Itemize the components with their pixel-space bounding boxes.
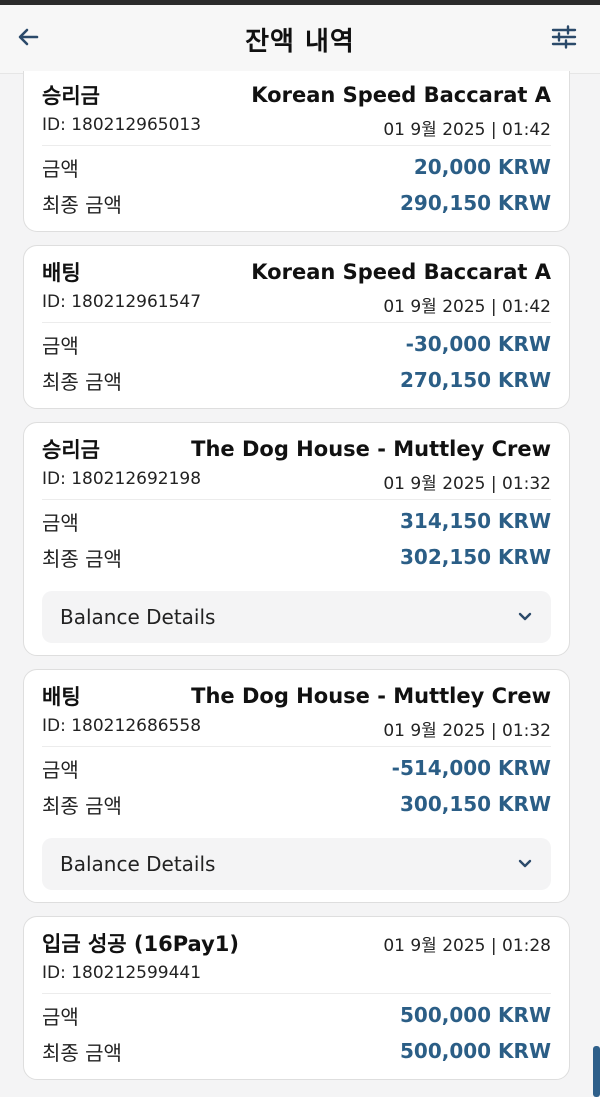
transaction-datetime: 01 9월 2025 | 01:32 [383,474,551,494]
final-amount-label: 최종 금액 [42,1040,122,1065]
game-name: Korean Speed Baccarat A [251,260,551,284]
transaction-type: 배팅 [42,685,81,709]
transaction-list: 승리금 Korean Speed Baccarat A ID: 18021296… [23,71,570,1093]
transaction-datetime: 01 9월 2025 | 01:42 [383,297,551,317]
transaction-type: 승리금 [42,84,100,108]
sliders-icon [551,25,577,49]
final-amount-label: 최종 금액 [42,793,122,818]
amount-label: 금액 [42,1004,79,1029]
transaction-type: 배팅 [42,261,81,285]
amount-label: 금액 [42,333,79,358]
transaction-card: 승리금 Korean Speed Baccarat A ID: 18021296… [23,71,570,232]
final-amount-value: 290,150 KRW [399,191,551,215]
amount-label: 금액 [42,510,79,535]
final-amount-value: 270,150 KRW [399,368,551,392]
transaction-datetime: 01 9월 2025 | 01:32 [383,721,551,741]
final-amount-value: 300,150 KRW [399,792,551,816]
back-button[interactable] [10,19,46,55]
amount-value: -30,000 KRW [405,332,551,356]
scrollbar-thumb[interactable] [593,1046,600,1097]
transaction-datetime: 01 9월 2025 | 01:28 [383,935,551,956]
app-header: 잔액 내역 [0,5,600,74]
amount-value: 314,150 KRW [399,509,551,533]
page-title: 잔액 내역 [245,26,355,57]
transaction-type: 승리금 [42,438,100,462]
amount-value: -514,000 KRW [391,756,551,780]
game-name: The Dog House - Muttley Crew [191,437,551,461]
transaction-id: ID: 180212599441 [42,963,202,983]
transaction-datetime: 01 9월 2025 | 01:42 [383,120,551,140]
game-name: The Dog House - Muttley Crew [191,684,551,708]
chevron-down-icon [518,612,532,621]
transaction-card: 배팅 Korean Speed Baccarat A ID: 180212961… [23,245,570,409]
amount-value: 500,000 KRW [399,1003,551,1027]
amount-label: 금액 [42,757,79,782]
final-amount-label: 최종 금액 [42,192,122,217]
balance-details-toggle[interactable]: Balance Details [42,591,551,643]
balance-details-toggle[interactable]: Balance Details [42,838,551,890]
filter-button[interactable] [548,21,580,53]
balance-details-label: Balance Details [60,605,216,629]
balance-details-label: Balance Details [60,852,216,876]
transaction-card: 입금 성공 (16Pay1) 01 9월 2025 | 01:28 ID: 18… [23,916,570,1080]
transaction-id: ID: 180212965013 [42,115,202,135]
transaction-card: 배팅 The Dog House - Muttley Crew ID: 1802… [23,669,570,903]
transaction-card: 승리금 The Dog House - Muttley Crew ID: 180… [23,422,570,656]
final-amount-value: 302,150 KRW [399,545,551,569]
transaction-id: ID: 180212686558 [42,716,202,736]
arrow-left-icon [18,28,39,46]
chevron-down-icon [518,859,532,868]
final-amount-value: 500,000 KRW [399,1039,551,1063]
transaction-id: ID: 180212961547 [42,292,202,312]
final-amount-label: 최종 금액 [42,546,122,571]
game-name: Korean Speed Baccarat A [251,83,551,107]
amount-label: 금액 [42,156,79,181]
final-amount-label: 최종 금액 [42,369,122,394]
amount-value: 20,000 KRW [413,155,551,179]
transaction-id: ID: 180212692198 [42,469,202,489]
transaction-type: 입금 성공 (16Pay1) [42,932,239,956]
